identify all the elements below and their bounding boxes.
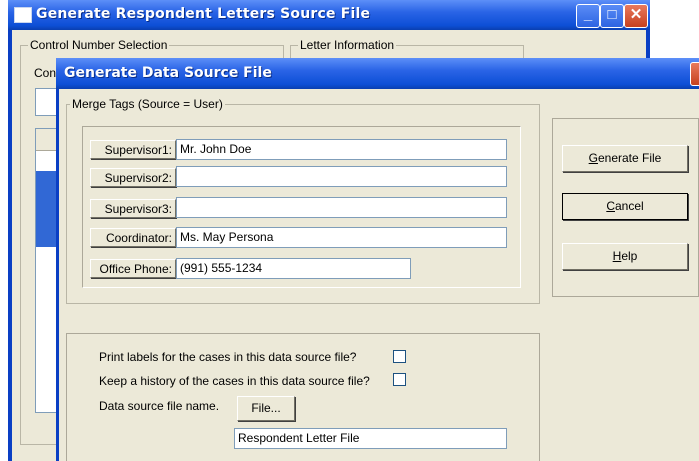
office-phone-field[interactable]: (991) 555-1234 [176, 258, 411, 279]
close-icon[interactable]: ✕ [624, 4, 648, 28]
supervisor3-button[interactable]: Supervisor3: [90, 199, 176, 218]
coordinator-button[interactable]: Coordinator: [90, 228, 176, 247]
help-label: elp [621, 249, 638, 263]
help-button[interactable]: Help [562, 243, 688, 270]
data-source-file-name-field[interactable]: Respondent Letter File [234, 428, 507, 449]
generate-file-accelerator: G [588, 151, 598, 165]
control-partial-label: Con [34, 66, 57, 80]
control-number-group-label: Control Number Selection [28, 38, 170, 52]
cancel-label: ancel [614, 199, 644, 213]
background-title-bar[interactable]: Generate Respondent Letters Source File … [8, 0, 650, 30]
background-window-title: Generate Respondent Letters Source File [36, 6, 371, 22]
maximize-icon[interactable]: □ [600, 4, 624, 28]
dialog-title: Generate Data Source File [64, 65, 272, 81]
supervisor1-field[interactable]: Mr. John Doe [176, 139, 507, 160]
letter-information-group-label: Letter Information [298, 38, 397, 52]
supervisor3-field[interactable] [176, 197, 507, 218]
minimize-icon[interactable]: _ [576, 4, 600, 28]
generate-file-label: enerate File [597, 151, 662, 165]
file-button[interactable]: File... [237, 396, 295, 421]
dialog-title-bar[interactable]: Generate Data Source File [56, 58, 699, 89]
cancel-accelerator: C [606, 199, 615, 213]
keep-history-checkbox[interactable] [393, 373, 406, 386]
office-phone-button[interactable]: Office Phone: [90, 259, 176, 278]
window-app-icon [14, 7, 32, 23]
keep-history-label: Keep a history of the cases in this data… [99, 374, 370, 388]
supervisor2-button[interactable]: Supervisor2: [90, 168, 176, 187]
cancel-button[interactable]: Cancel [562, 193, 688, 220]
supervisor1-button[interactable]: Supervisor1: [90, 140, 176, 159]
coordinator-field[interactable]: Ms. May Persona [176, 227, 507, 248]
print-labels-checkbox[interactable] [393, 350, 406, 363]
supervisor2-field[interactable] [176, 166, 507, 187]
data-source-file-name-label: Data source file name. [99, 399, 220, 413]
dialog-close-icon[interactable] [690, 62, 699, 86]
merge-tags-group-label: Merge Tags (Source = User) [70, 97, 225, 111]
generate-file-button[interactable]: Generate File [562, 145, 688, 172]
print-labels-label: Print labels for the cases in this data … [99, 350, 357, 364]
